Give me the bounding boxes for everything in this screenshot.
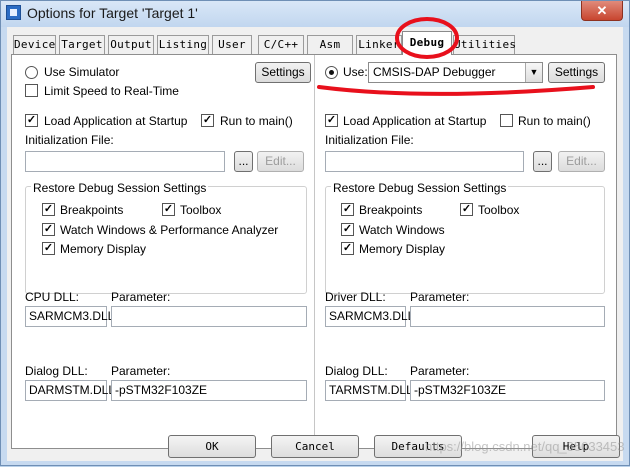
chevron-down-icon[interactable]: ▼	[525, 63, 542, 82]
use-label: Use:	[343, 65, 368, 79]
load-app-checkbox-right[interactable]: ✓	[325, 114, 338, 127]
toolbox-label-right: Toolbox	[478, 203, 520, 217]
watch-windows-label-right: Watch Windows	[359, 223, 445, 237]
toolbox-checkbox-right[interactable]: ✓	[460, 203, 473, 216]
debugger-settings-button[interactable]: Settings	[548, 62, 605, 83]
run-to-main-checkbox-right[interactable]	[500, 114, 513, 127]
tab-output[interactable]: Output	[108, 35, 154, 54]
tab-c-cpp[interactable]: C/C++	[258, 35, 304, 54]
memory-display-checkbox-right[interactable]: ✓	[341, 242, 354, 255]
dialog-client: Device Target Output Listing User C/C++ …	[7, 27, 623, 461]
init-file-input-right[interactable]	[325, 151, 524, 172]
close-button[interactable]: ✕	[581, 1, 623, 21]
ok-button[interactable]: OK	[168, 435, 256, 458]
tab-device[interactable]: Device	[13, 35, 56, 54]
limit-speed-label: Limit Speed to Real-Time	[44, 84, 179, 98]
breakpoints-label-left: Breakpoints	[60, 203, 124, 217]
run-to-main-label-left: Run to main()	[220, 114, 293, 128]
use-simulator-radio[interactable]	[25, 66, 38, 79]
debugger-select[interactable]: CMSIS-DAP Debugger ▼	[368, 62, 543, 83]
init-file-label-left: Initialization File:	[25, 133, 114, 147]
load-app-checkbox-left[interactable]: ✓	[25, 114, 38, 127]
watermark: https://blog.csdn.net/qq_35033453	[425, 439, 625, 454]
column-divider	[314, 55, 315, 448]
dialog-dll-input-left[interactable]: DARMSTM.DLL	[25, 380, 115, 401]
app-icon	[6, 5, 21, 20]
use-debugger-radio[interactable]	[325, 66, 338, 79]
watch-windows-label-left: Watch Windows & Performance Analyzer	[60, 223, 279, 237]
memory-display-label-left: Memory Display	[60, 242, 147, 256]
window-title: Options for Target 'Target 1'	[27, 5, 198, 21]
dialog-param-label-left: Parameter:	[111, 364, 171, 378]
debug-page: Use Simulator Limit Speed to Real-Time S…	[11, 54, 617, 449]
watch-windows-checkbox-left[interactable]: ✓	[42, 223, 55, 236]
dialog-param-input-right[interactable]: -pSTM32F103ZE	[410, 380, 605, 401]
run-to-main-label-right: Run to main()	[518, 114, 591, 128]
run-to-main-checkbox-left[interactable]: ✓	[201, 114, 214, 127]
edit-button-right[interactable]: Edit...	[558, 151, 605, 172]
options-dialog: Options for Target 'Target 1' ✕ Device T…	[0, 0, 630, 466]
edit-button-left[interactable]: Edit...	[257, 151, 304, 172]
dialog-dll-input-right[interactable]: TARMSTM.DLL	[325, 380, 413, 401]
use-simulator-label: Use Simulator	[44, 65, 120, 79]
init-file-label-right: Initialization File:	[325, 133, 414, 147]
tab-listing[interactable]: Listing	[157, 35, 209, 54]
dialog-param-input-left[interactable]: -pSTM32F103ZE	[111, 380, 307, 401]
breakpoints-checkbox-right[interactable]: ✓	[341, 203, 354, 216]
toolbox-label-left: Toolbox	[180, 203, 222, 217]
toolbox-checkbox-left[interactable]: ✓	[162, 203, 175, 216]
debugger-select-value: CMSIS-DAP Debugger	[373, 65, 496, 79]
tab-target[interactable]: Target	[59, 35, 105, 54]
tab-utilities[interactable]: Utilities	[453, 35, 516, 54]
cpu-dll-label: CPU DLL:	[25, 290, 80, 304]
tab-user[interactable]: User	[212, 35, 252, 54]
breakpoints-checkbox-left[interactable]: ✓	[42, 203, 55, 216]
browse-button-left[interactable]: ...	[234, 151, 253, 172]
tab-linker[interactable]: Linker	[356, 35, 402, 54]
driver-param-input[interactable]	[410, 306, 605, 327]
restore-group-title-right: Restore Debug Session Settings	[331, 181, 509, 195]
init-file-input-left[interactable]	[25, 151, 225, 172]
driver-dll-label: Driver DLL:	[325, 290, 386, 304]
cancel-button[interactable]: Cancel	[271, 435, 359, 458]
memory-display-checkbox-left[interactable]: ✓	[42, 242, 55, 255]
tab-debug[interactable]: Debug	[402, 31, 452, 55]
cpu-dll-input[interactable]: SARMCM3.DLL	[25, 306, 114, 327]
dialog-param-label-right: Parameter:	[410, 364, 470, 378]
tab-asm[interactable]: Asm	[307, 35, 353, 54]
memory-display-label-right: Memory Display	[359, 242, 446, 256]
load-app-label-left: Load Application at Startup	[44, 114, 188, 128]
driver-dll-input[interactable]: SARMCM3.DLL	[325, 306, 414, 327]
dialog-dll-label-right: Dialog DLL:	[325, 364, 388, 378]
driver-param-label: Parameter:	[410, 290, 470, 304]
cpu-param-input[interactable]	[111, 306, 307, 327]
dialog-dll-label-left: Dialog DLL:	[25, 364, 88, 378]
browse-button-right[interactable]: ...	[533, 151, 552, 172]
watch-windows-checkbox-right[interactable]: ✓	[341, 223, 354, 236]
limit-speed-checkbox[interactable]	[25, 84, 38, 97]
restore-group-title-left: Restore Debug Session Settings	[31, 181, 209, 195]
cpu-param-label: Parameter:	[111, 290, 171, 304]
title-bar: Options for Target 'Target 1' ✕	[1, 1, 629, 27]
load-app-label-right: Load Application at Startup	[343, 114, 487, 128]
simulator-settings-button[interactable]: Settings	[255, 62, 311, 83]
breakpoints-label-right: Breakpoints	[359, 203, 423, 217]
